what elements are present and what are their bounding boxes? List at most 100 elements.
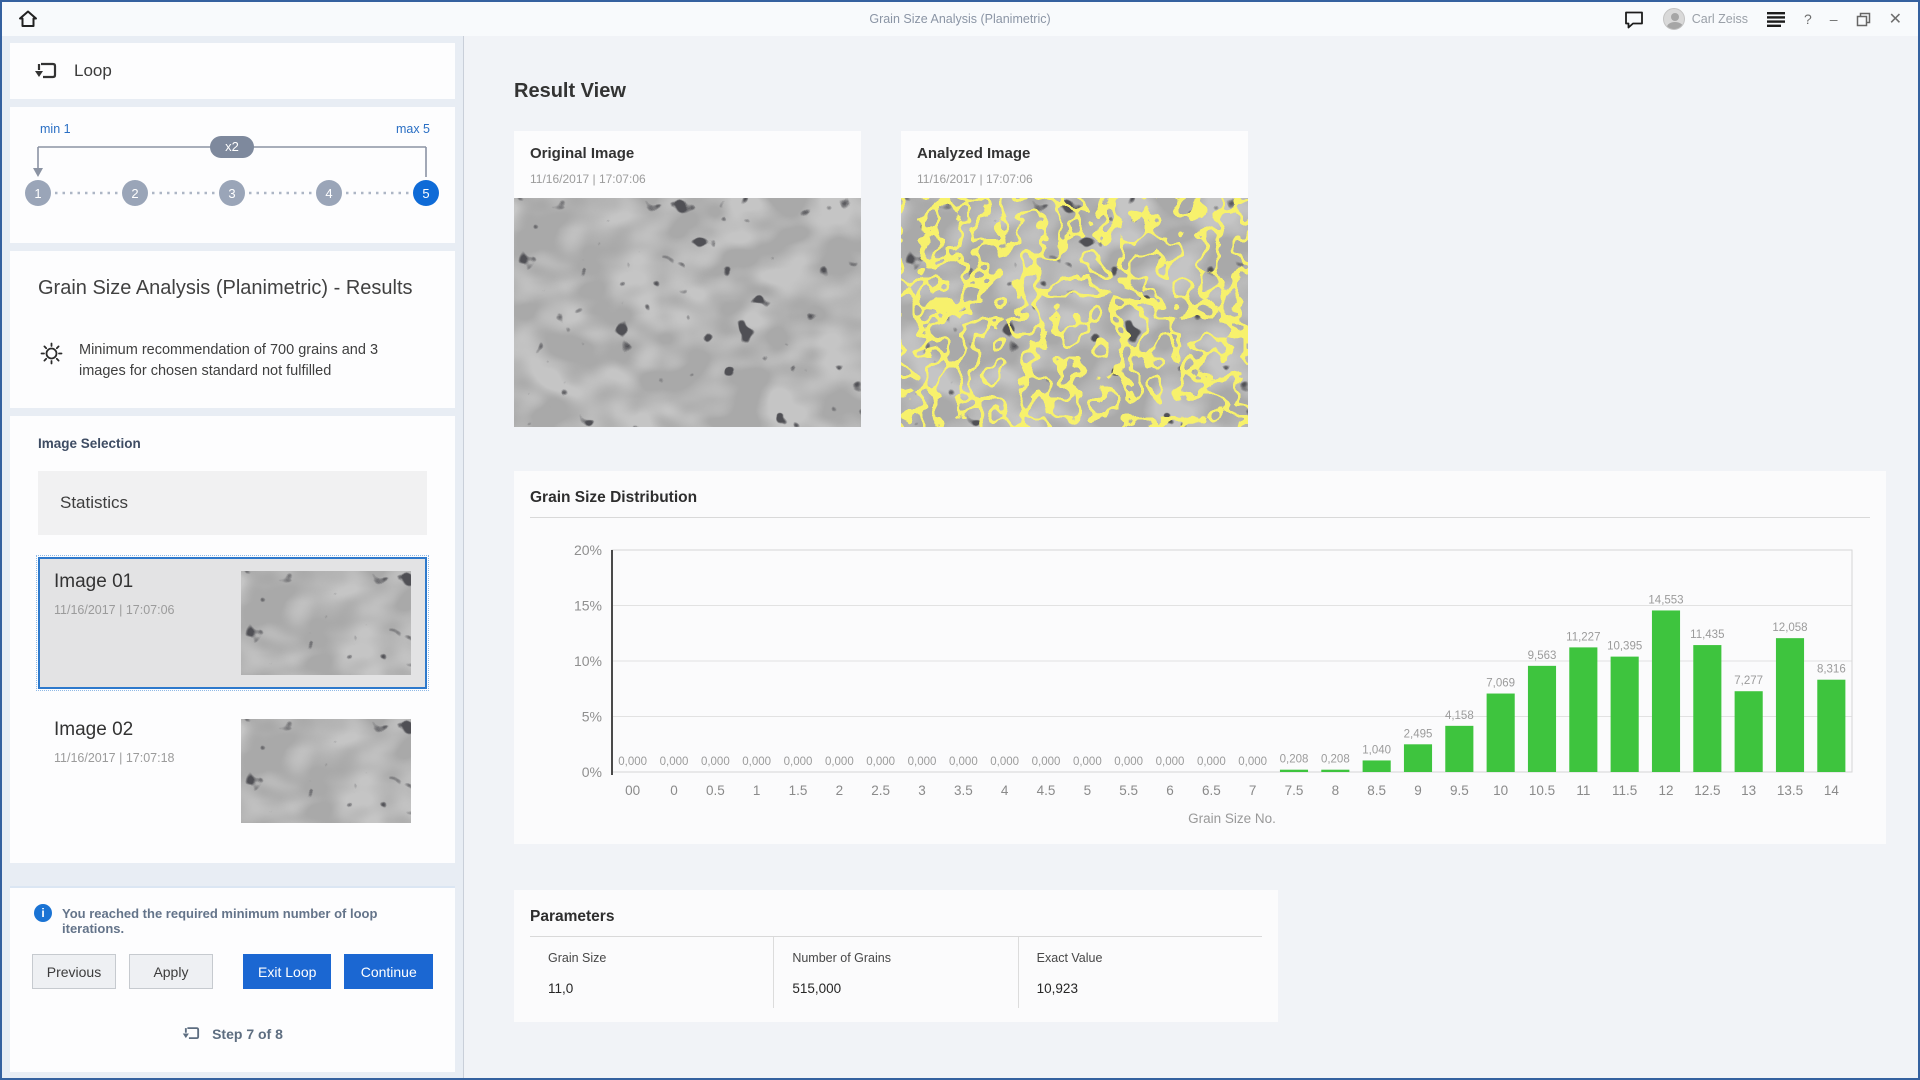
svg-text:13.5: 13.5 <box>1777 783 1803 798</box>
menu-icon[interactable] <box>1766 11 1786 27</box>
svg-text:0.5: 0.5 <box>706 783 725 798</box>
svg-text:4.5: 4.5 <box>1037 783 1056 798</box>
image-02-thumbnail <box>241 719 411 824</box>
svg-text:0,000: 0,000 <box>825 756 854 768</box>
svg-text:Grain Size No.: Grain Size No. <box>1188 811 1276 826</box>
stepper-max-label: max 5 <box>396 122 430 136</box>
svg-text:0,208: 0,208 <box>1321 754 1350 766</box>
svg-text:7,069: 7,069 <box>1486 678 1515 690</box>
svg-text:9: 9 <box>1414 783 1422 798</box>
stepper-step-4[interactable]: 4 <box>316 180 342 206</box>
svg-text:0: 0 <box>670 783 678 798</box>
standard-warning-text: Minimum recommendation of 700 grains and… <box>79 342 379 380</box>
continue-button[interactable]: Continue <box>344 954 433 989</box>
svg-text:7.5: 7.5 <box>1285 783 1304 798</box>
analyzed-image-title: Analyzed Image <box>917 145 1031 162</box>
svg-text:11,435: 11,435 <box>1690 629 1724 641</box>
loop-header-label: Loop <box>74 61 112 80</box>
svg-text:0,000: 0,000 <box>742 756 771 768</box>
svg-text:2: 2 <box>131 186 138 201</box>
home-button[interactable] <box>16 7 40 31</box>
svg-text:10.5: 10.5 <box>1529 783 1555 798</box>
svg-text:20%: 20% <box>574 542 602 558</box>
info-icon: i <box>34 904 52 922</box>
image-item-name: Image 02 <box>54 719 134 741</box>
minimize-button[interactable]: – <box>1830 11 1838 27</box>
user-account[interactable]: Carl Zeiss <box>1662 8 1748 30</box>
distribution-title: Grain Size Distribution <box>530 489 698 506</box>
svg-text:0,000: 0,000 <box>866 756 895 768</box>
result-view-title: Result View <box>514 80 626 102</box>
stepper-step-3[interactable]: 3 <box>219 180 245 206</box>
original-micrograph[interactable] <box>514 198 861 427</box>
grain-size-distribution-panel: Grain Size Distribution 0% 5% 10% 15% 20% 0,0… <box>514 471 1886 844</box>
svg-text:0,000: 0,000 <box>701 756 730 768</box>
svg-text:4,158: 4,158 <box>1445 710 1474 722</box>
stepper-step-1[interactable]: 1 <box>25 180 51 206</box>
stepper-step-5-active[interactable]: 5 <box>413 180 439 206</box>
svg-text:12.5: 12.5 <box>1694 783 1720 798</box>
svg-text:14: 14 <box>1824 783 1840 798</box>
svg-text:10: 10 <box>1493 783 1508 798</box>
svg-text:4: 4 <box>325 186 332 201</box>
step-indicator: Step 7 of 8 <box>212 1025 283 1042</box>
home-icon <box>19 10 37 27</box>
svg-text:1: 1 <box>34 186 41 201</box>
svg-text:2,495: 2,495 <box>1404 728 1433 740</box>
chat-icon[interactable] <box>1623 9 1645 30</box>
help-button[interactable]: ? <box>1804 11 1812 27</box>
svg-text:10,395: 10,395 <box>1607 641 1642 653</box>
loop-footer: i You reached the required minimum numbe… <box>10 886 455 1072</box>
loop-sidebar: Loop min 1 max 5 x2 1 2 3 4 5 Grain Size… <box>2 36 464 1078</box>
svg-text:11,227: 11,227 <box>1566 631 1600 643</box>
parameter-grain-size: Grain Size 11,0 <box>548 951 607 996</box>
image-item-timestamp: 11/16/2017 | 17:07:18 <box>54 751 175 766</box>
svg-text:6.5: 6.5 <box>1202 783 1221 798</box>
user-name: Carl Zeiss <box>1691 12 1748 26</box>
svg-text:13: 13 <box>1741 783 1756 798</box>
svg-text:9,563: 9,563 <box>1528 650 1557 662</box>
stepper-multiplier-badge: x2 <box>225 139 239 154</box>
svg-text:1: 1 <box>753 783 761 798</box>
loop-header: Loop <box>10 43 455 99</box>
stepper-min-label: min 1 <box>40 122 71 136</box>
svg-text:0,000: 0,000 <box>1114 756 1143 768</box>
results-title: Grain Size Analysis (Planimetric) - Resu… <box>38 277 413 299</box>
previous-button[interactable]: Previous <box>32 954 116 989</box>
image-item-timestamp: 11/16/2017 | 17:07:06 <box>54 603 175 618</box>
svg-text:0,000: 0,000 <box>618 756 647 768</box>
svg-text:12: 12 <box>1658 783 1673 798</box>
result-view: Result View Original Image 11/16/2017 | … <box>464 36 1918 1078</box>
svg-text:0,000: 0,000 <box>1238 756 1267 768</box>
svg-text:12,058: 12,058 <box>1772 622 1807 634</box>
svg-text:10%: 10% <box>574 653 602 669</box>
analyzed-image-card: Analyzed Image 11/16/2017 | 17:07:06 <box>901 131 1248 427</box>
close-button[interactable]: ✕ <box>1889 9 1902 29</box>
restore-icon[interactable] <box>1856 12 1871 27</box>
analyzed-micrograph[interactable] <box>901 198 1248 427</box>
svg-text:2: 2 <box>836 783 844 798</box>
parameters-title: Parameters <box>530 908 615 925</box>
svg-text:8.5: 8.5 <box>1367 783 1386 798</box>
svg-text:3: 3 <box>228 186 235 201</box>
image-item-02[interactable]: Image 02 11/16/2017 | 17:07:18 <box>38 705 427 837</box>
svg-text:7: 7 <box>1249 783 1257 798</box>
exit-loop-button[interactable]: Exit Loop <box>242 954 332 989</box>
image-item-01[interactable]: Image 01 11/16/2017 | 17:07:06 <box>36 555 429 692</box>
svg-text:4: 4 <box>1001 783 1009 798</box>
titlebar: Grain Size Analysis (Planimetric) Carl Z… <box>2 2 1918 36</box>
svg-text:0,000: 0,000 <box>784 756 813 768</box>
app-window: Grain Size Analysis (Planimetric) Carl Z… <box>0 0 1920 1080</box>
original-image-title: Original Image <box>530 145 635 162</box>
svg-text:1.5: 1.5 <box>789 783 808 798</box>
stepper-step-2[interactable]: 2 <box>122 180 148 206</box>
image-01-thumbnail <box>241 571 411 676</box>
svg-text:14,553: 14,553 <box>1648 594 1683 606</box>
apply-button[interactable]: Apply <box>128 954 213 989</box>
svg-text:3.5: 3.5 <box>954 783 973 798</box>
statistics-item[interactable]: Statistics <box>38 471 427 536</box>
svg-text:5: 5 <box>422 186 429 201</box>
original-image-card: Original Image 11/16/2017 | 17:07:06 <box>514 131 861 427</box>
svg-text:6: 6 <box>1166 783 1174 798</box>
svg-text:0,000: 0,000 <box>1073 756 1102 768</box>
